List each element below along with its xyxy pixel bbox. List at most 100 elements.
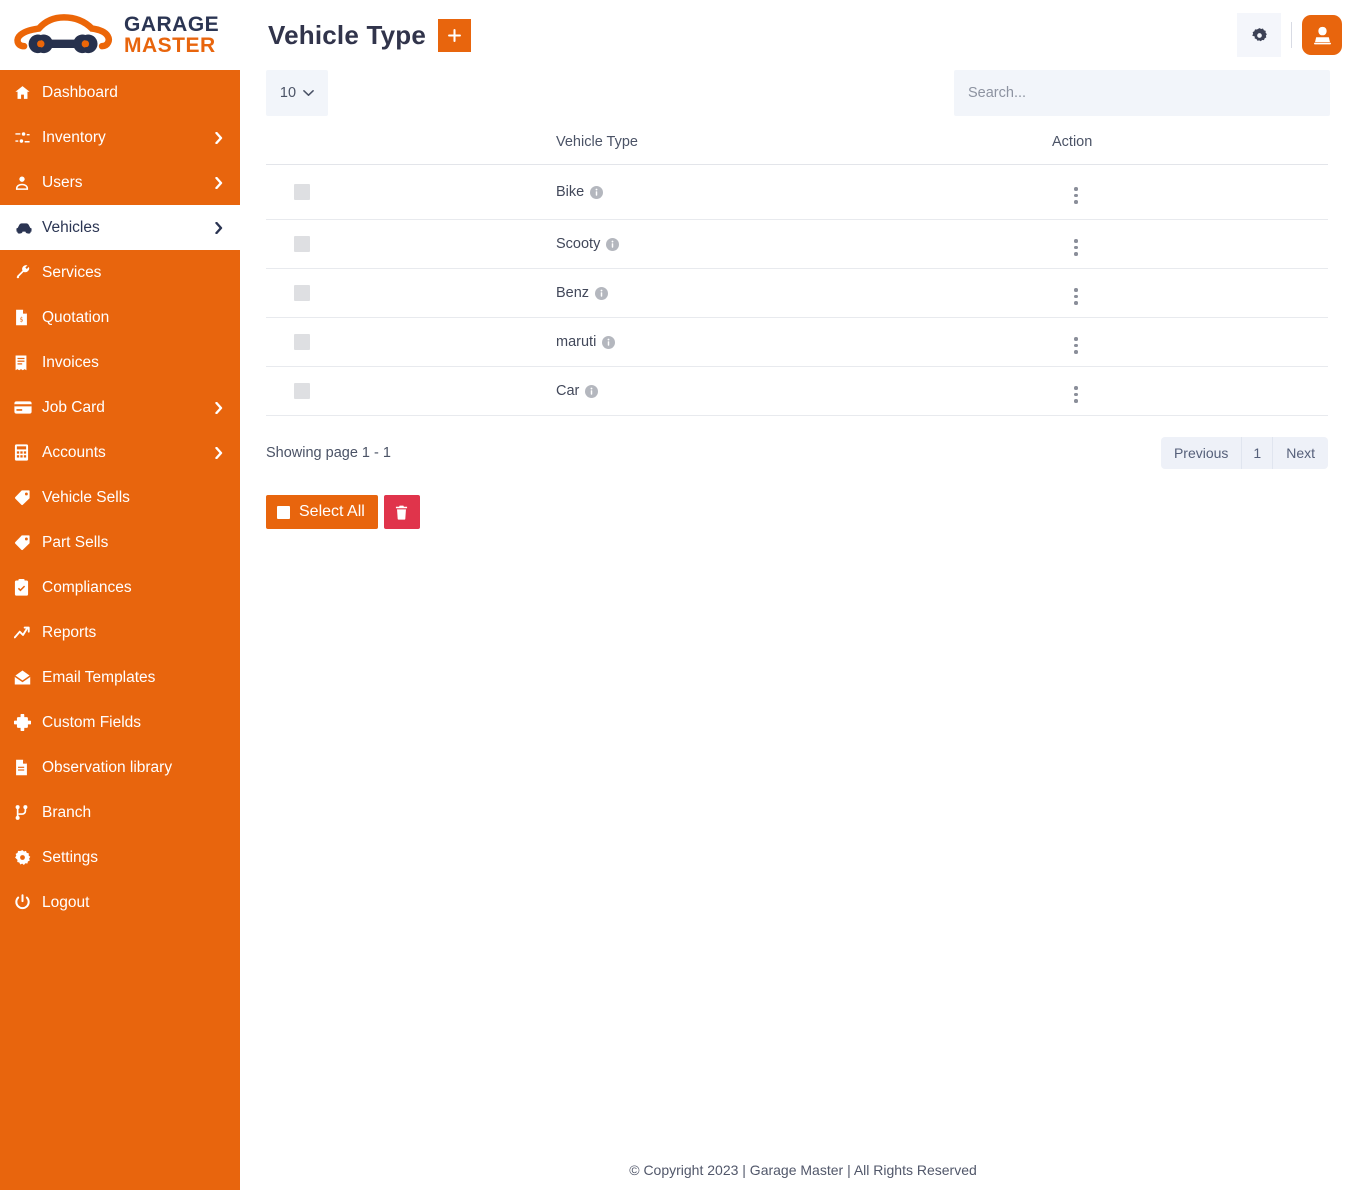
brand-wordmark: GARAGE MASTER [124, 14, 219, 56]
table-row: Scooty [266, 220, 1328, 269]
brand-logo[interactable]: GARAGE MASTER [0, 0, 240, 70]
row-select-cell [266, 318, 556, 367]
info-circle-icon[interactable] [585, 385, 598, 398]
row-checkbox[interactable] [294, 383, 310, 399]
copyright-text: © Copyright 2023 | Garage Master | All R… [629, 1162, 977, 1178]
page-number-button[interactable]: 1 [1242, 437, 1272, 469]
kebab-menu-icon[interactable] [1068, 185, 1084, 206]
trash-icon [395, 505, 408, 520]
sidebar-item-custom-fields[interactable]: Custom Fields [0, 700, 240, 745]
mail-open-icon [14, 669, 40, 686]
sidebar-item-compliances[interactable]: Compliances [0, 565, 240, 610]
sidebar-item-vehicle-sells[interactable]: Vehicle Sells [0, 475, 240, 520]
info-circle-icon[interactable] [602, 336, 615, 349]
card-icon [14, 399, 40, 416]
select-all-checkbox [277, 506, 290, 519]
previous-page-button[interactable]: Previous [1161, 437, 1241, 469]
next-page-button[interactable]: Next [1273, 437, 1328, 469]
sidebar: GARAGE MASTER Dashboard Inventory [0, 0, 240, 1190]
user-icon [14, 174, 40, 191]
topbar: Vehicle Type [240, 0, 1366, 70]
sidebar-item-label: Job Card [40, 399, 212, 417]
sliders-icon [14, 129, 40, 146]
sidebar-item-label: Email Templates [40, 669, 224, 687]
kebab-menu-icon[interactable] [1068, 384, 1084, 405]
select-all-button[interactable]: Select All [266, 495, 378, 529]
sidebar-item-label: Compliances [40, 579, 224, 597]
kebab-menu-icon[interactable] [1068, 335, 1084, 356]
vehicle-type-name: Car [556, 383, 579, 399]
vehicle-type-table: Vehicle Type Action Bike [266, 134, 1328, 416]
sidebar-item-job-card[interactable]: Job Card [0, 385, 240, 430]
sidebar-item-services[interactable]: Services [0, 250, 240, 295]
sidebar-item-label: Services [40, 264, 224, 282]
row-select-cell [266, 165, 556, 220]
sidebar-item-reports[interactable]: Reports [0, 610, 240, 655]
sidebar-item-observation-library[interactable]: Observation library [0, 745, 240, 790]
page-title: Vehicle Type [268, 20, 426, 51]
vehicle-type-name: Benz [556, 285, 589, 301]
table-header-row: Vehicle Type Action [266, 134, 1328, 165]
app-root: GARAGE MASTER Dashboard Inventory [0, 0, 1366, 1190]
sidebar-item-users[interactable]: Users [0, 160, 240, 205]
search-input[interactable] [954, 70, 1330, 116]
row-select-cell [266, 220, 556, 269]
sidebar-item-vehicles[interactable]: Vehicles [0, 205, 240, 250]
row-action-cell [1052, 269, 1328, 318]
page-footer: © Copyright 2023 | Garage Master | All R… [240, 1162, 1366, 1178]
sidebar-item-accounts[interactable]: Accounts [0, 430, 240, 475]
avatar[interactable] [1302, 15, 1342, 55]
pagination: Previous 1 Next [1161, 437, 1328, 469]
clipboard-check-icon [14, 579, 40, 596]
file-dollar-icon: $ [14, 309, 40, 326]
sidebar-item-part-sells[interactable]: Part Sells [0, 520, 240, 565]
bulk-delete-button[interactable] [384, 495, 420, 529]
sidebar-item-branch[interactable]: Branch [0, 790, 240, 835]
sidebar-item-inventory[interactable]: Inventory [0, 115, 240, 160]
kebab-menu-icon[interactable] [1068, 237, 1084, 258]
vehicle-type-name: maruti [556, 334, 596, 350]
car-wrench-logo-icon [12, 9, 116, 61]
sidebar-item-email-templates[interactable]: Email Templates [0, 655, 240, 700]
table-row: Bike [266, 165, 1328, 220]
row-checkbox[interactable] [294, 334, 310, 350]
puzzle-icon [14, 714, 40, 731]
chevron-right-icon [212, 447, 224, 459]
row-vehicle-type-cell: Car [556, 367, 1052, 416]
sidebar-item-logout[interactable]: Logout [0, 880, 240, 925]
page-length-select[interactable]: 10 [266, 70, 328, 116]
settings-button[interactable] [1237, 13, 1281, 57]
info-circle-icon[interactable] [606, 238, 619, 251]
table-row: Car [266, 367, 1328, 416]
sidebar-item-quotation[interactable]: $ Quotation [0, 295, 240, 340]
home-icon [14, 84, 40, 101]
content: 10 Vehicle Type Action [240, 70, 1366, 529]
info-circle-icon[interactable] [595, 287, 608, 300]
svg-text:$: $ [20, 316, 24, 323]
table-controls: 10 [266, 70, 1328, 118]
sidebar-item-invoices[interactable]: Invoices [0, 340, 240, 385]
row-action-cell [1052, 367, 1328, 416]
search-container [954, 70, 1330, 116]
add-vehicle-type-button[interactable] [438, 19, 471, 52]
sidebar-item-label: Vehicles [40, 219, 212, 237]
table-row: maruti [266, 318, 1328, 367]
sidebar-item-dashboard[interactable]: Dashboard [0, 70, 240, 115]
page-length-value: 10 [280, 85, 296, 101]
kebab-menu-icon[interactable] [1068, 286, 1084, 307]
row-action-cell [1052, 220, 1328, 269]
main-area: Vehicle Type [240, 0, 1366, 1190]
chevron-down-icon [303, 89, 314, 97]
table-body: Bike [266, 165, 1328, 416]
info-circle-icon[interactable] [590, 186, 603, 199]
sidebar-item-settings[interactable]: Settings [0, 835, 240, 880]
row-checkbox[interactable] [294, 285, 310, 301]
branch-icon [14, 804, 40, 821]
sidebar-item-label: Users [40, 174, 212, 192]
row-action-cell [1052, 318, 1328, 367]
row-checkbox[interactable] [294, 184, 310, 200]
sidebar-item-label: Inventory [40, 129, 212, 147]
row-vehicle-type-cell: Benz [556, 269, 1052, 318]
tag-icon [14, 489, 40, 506]
row-checkbox[interactable] [294, 236, 310, 252]
